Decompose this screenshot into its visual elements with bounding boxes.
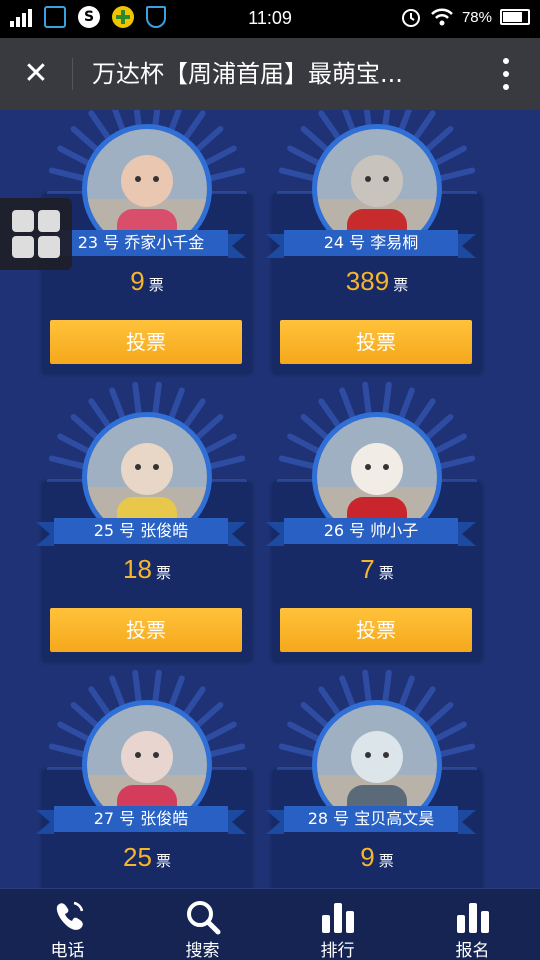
nav-label: 搜索 <box>185 941 220 960</box>
vote-number: 9 <box>130 266 145 296</box>
vote-unit: 票 <box>155 852 171 870</box>
grid-menu-icon[interactable] <box>0 198 72 270</box>
vote-unit: 票 <box>148 276 164 294</box>
nav-label: 电话 <box>50 941 85 960</box>
vote-count: 25 票 <box>42 842 252 873</box>
close-icon[interactable]: ✕ <box>18 56 54 92</box>
vote-button[interactable]: 投票 <box>50 320 242 364</box>
vote-number: 18 <box>123 554 152 584</box>
battery-icon <box>500 9 530 25</box>
battery-percent: 78% <box>461 8 492 26</box>
status-bar: S 11:09 78% <box>0 0 540 38</box>
contestant-label: 28 号 宝贝高文昊 <box>284 806 458 832</box>
contestant-label: 26 号 帅小子 <box>284 518 458 544</box>
vote-unit: 票 <box>378 852 394 870</box>
nav-phone[interactable]: 电话 <box>0 889 135 960</box>
vote-number: 9 <box>360 842 375 872</box>
vote-count: 18 票 <box>42 554 252 585</box>
contestant-label: 27 号 张俊皓 <box>54 806 228 832</box>
contestant-ribbon: 27 号 张俊皓 <box>36 806 246 838</box>
vote-number: 25 <box>123 842 152 872</box>
nav-label: 排行 <box>320 941 355 960</box>
more-vertical-icon[interactable] <box>500 56 512 92</box>
vote-count: 9票 <box>42 266 252 297</box>
contestant-label: 23 号 乔家小千金 <box>54 230 228 256</box>
bar-chart-icon <box>456 903 489 933</box>
contestant-ribbon: 24 号 李易桐 <box>266 230 476 262</box>
contestant-ribbon: 25 号 张俊皓 <box>36 518 246 550</box>
vote-button[interactable]: 投票 <box>280 608 472 652</box>
vote-button[interactable]: 投票 <box>50 608 242 652</box>
vote-number: 7 <box>360 554 375 584</box>
vote-number: 389 <box>345 266 390 296</box>
nav-ranking[interactable]: 排行 <box>270 889 405 960</box>
page-title: 万达杯【周浦首届】最萌宝... <box>92 60 403 88</box>
vote-button[interactable]: 投票 <box>280 320 472 364</box>
nav-register[interactable]: 报名 <box>405 889 540 960</box>
vote-unit: 票 <box>393 276 409 294</box>
search-icon <box>186 901 220 935</box>
contestant-ribbon: 26 号 帅小子 <box>266 518 476 550</box>
phone-icon <box>56 901 83 930</box>
nav-label: 报名 <box>455 941 490 960</box>
contestant-grid: 23 号 乔家小千金 9 票投票 24 号 李易桐 389 票投票 25 号 张俊皓 18 票投… <box>0 110 540 888</box>
vote-count: 9票 <box>272 842 482 873</box>
contestant-label: 24 号 李易桐 <box>284 230 458 256</box>
alarm-icon <box>401 9 420 27</box>
divider <box>72 58 73 90</box>
vote-unit: 票 <box>155 564 171 582</box>
contestant-label: 25 号 张俊皓 <box>54 518 228 544</box>
vote-unit: 票 <box>378 564 394 582</box>
bottom-nav: 电话 搜索 排行 报名 <box>0 888 540 960</box>
vote-count: 389 票 <box>272 266 482 297</box>
bar-chart-icon <box>321 903 354 933</box>
nav-search[interactable]: 搜索 <box>135 889 270 960</box>
contestant-ribbon: 28 号 宝贝高文昊 <box>266 806 476 838</box>
title-bar: ✕ 万达杯【周浦首届】最萌宝... <box>0 38 540 110</box>
vote-count: 7票 <box>272 554 482 585</box>
wifi-icon <box>431 8 453 26</box>
